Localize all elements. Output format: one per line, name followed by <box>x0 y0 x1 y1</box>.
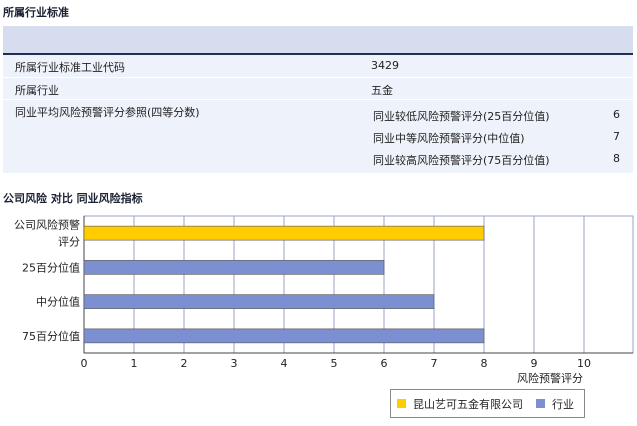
x-tick-label: 5 <box>331 357 338 370</box>
x-tick-label: 0 <box>81 357 88 370</box>
benchmark-25-value: 6 <box>613 108 620 121</box>
benchmark-median-label: 同业中等风险预警评分(中位值) <box>373 132 525 145</box>
legend-swatch-industry <box>536 399 545 408</box>
plot-area <box>83 215 634 354</box>
section-title-risk-comparison: 公司风险 对比 同业风险指标 <box>3 192 143 205</box>
x-tick-label: 2 <box>181 357 188 370</box>
bar <box>83 328 485 344</box>
chart-legend: 昆山艺可五金有限公司 行业 <box>390 389 585 418</box>
x-tick-label: 8 <box>481 357 488 370</box>
x-tick-label: 3 <box>231 357 238 370</box>
industry-code-value: 3429 <box>371 59 399 72</box>
x-tick-label: 9 <box>531 357 538 370</box>
section-title-industry-standard: 所属行业标准 <box>3 6 69 19</box>
x-axis-title: 风险预警评分 <box>517 371 583 385</box>
legend-label-industry: 行业 <box>552 398 574 411</box>
benchmark-median-value: 7 <box>613 130 620 143</box>
industry-code-label: 所属行业标准工业代码 <box>15 61 125 74</box>
x-tick-label: 6 <box>381 357 388 370</box>
benchmark-25-label: 同业较低风险预警评分(25百分位值) <box>373 110 550 123</box>
table-header-band <box>3 26 633 55</box>
category-label: 中分位值 <box>36 295 80 309</box>
bar <box>83 294 435 309</box>
peer-average-label: 同业平均风险预警评分参照(四等分数) <box>15 106 200 119</box>
category-label: 75百分位值 <box>22 329 80 343</box>
category-label: 评分 <box>58 236 80 249</box>
category-label: 公司风险预警 <box>14 218 80 232</box>
table-row: 所属行业 五金 <box>3 78 633 100</box>
table-row: 所属行业标准工业代码 3429 <box>3 55 633 78</box>
legend-swatch-company <box>397 399 406 408</box>
industry-label: 所属行业 <box>15 84 59 97</box>
benchmark-75-label: 同业较高风险预警评分(75百分位值) <box>373 154 550 167</box>
x-tick-label: 1 <box>131 357 138 370</box>
industry-value: 五金 <box>371 84 393 97</box>
bar <box>83 225 485 241</box>
benchmark-75-value: 8 <box>613 152 620 165</box>
table-row: 同业平均风险预警评分参照(四等分数) 同业较低风险预警评分(25百分位值) 6 … <box>3 100 633 174</box>
category-label: 25百分位值 <box>22 260 80 274</box>
bar <box>83 260 385 275</box>
legend-label-company: 昆山艺可五金有限公司 <box>413 398 523 411</box>
x-tick-label: 4 <box>281 357 288 370</box>
x-tick-label: 7 <box>431 357 438 370</box>
x-tick-label: 10 <box>577 357 591 370</box>
